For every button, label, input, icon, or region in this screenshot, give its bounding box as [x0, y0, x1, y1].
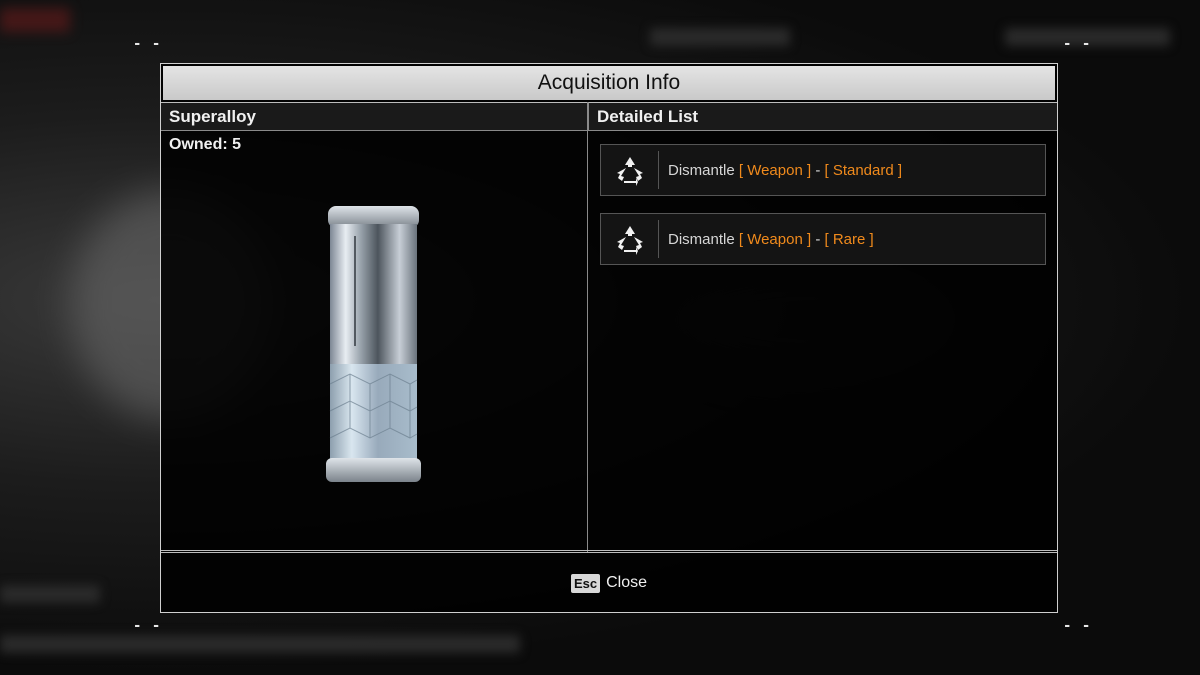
close-label: Close [606, 574, 648, 591]
source-icon-wrapper [601, 220, 659, 258]
item-name-header: Superalloy [161, 102, 588, 131]
source-icon-wrapper [601, 151, 659, 189]
corner-marker: - - [1063, 36, 1092, 52]
corner-marker: - - [133, 36, 162, 52]
source-separator: - [815, 161, 821, 179]
source-separator: - [815, 230, 821, 248]
source-category: [ Weapon ] [738, 230, 812, 248]
background-red-element [0, 8, 70, 32]
esc-key-hint: Esc [570, 573, 601, 593]
corner-marker: - - [1063, 618, 1092, 634]
close-button[interactable]: Esc Close [161, 554, 1057, 612]
panel-divider [587, 102, 588, 552]
acquisition-info-dialog: Acquisition Info Superalloy Detailed Lis… [160, 63, 1058, 613]
source-entry-rare[interactable]: Dismantle [ Weapon ] - [ Rare ] [600, 213, 1046, 265]
source-label: Dismantle [ Weapon ] - [ Standard ] [659, 162, 902, 179]
source-prefix: Dismantle [668, 230, 735, 248]
source-rarity: [ Standard ] [824, 161, 903, 179]
detailed-list-title: Detailed List [597, 106, 699, 126]
superalloy-canister-image [326, 206, 421, 482]
source-rarity: [ Rare ] [824, 230, 874, 248]
dialog-title: Acquisition Info [537, 71, 681, 94]
source-category: [ Weapon ] [738, 161, 812, 179]
source-label: Dismantle [ Weapon ] - [ Rare ] [659, 231, 874, 248]
background-text [0, 635, 520, 653]
background-text [0, 585, 100, 603]
item-name: Superalloy [169, 106, 256, 126]
dialog-title-bar: Acquisition Info [163, 66, 1055, 100]
footer-divider [161, 550, 1057, 553]
owned-count: Owned: 5 [169, 136, 242, 153]
source-prefix: Dismantle [668, 161, 735, 179]
corner-marker: - - [133, 618, 162, 634]
background-text [650, 28, 790, 46]
recycle-icon [616, 226, 643, 255]
source-entry-standard[interactable]: Dismantle [ Weapon ] - [ Standard ] [600, 144, 1046, 196]
recycle-icon [616, 157, 643, 186]
detailed-list-header: Detailed List [588, 102, 1057, 131]
